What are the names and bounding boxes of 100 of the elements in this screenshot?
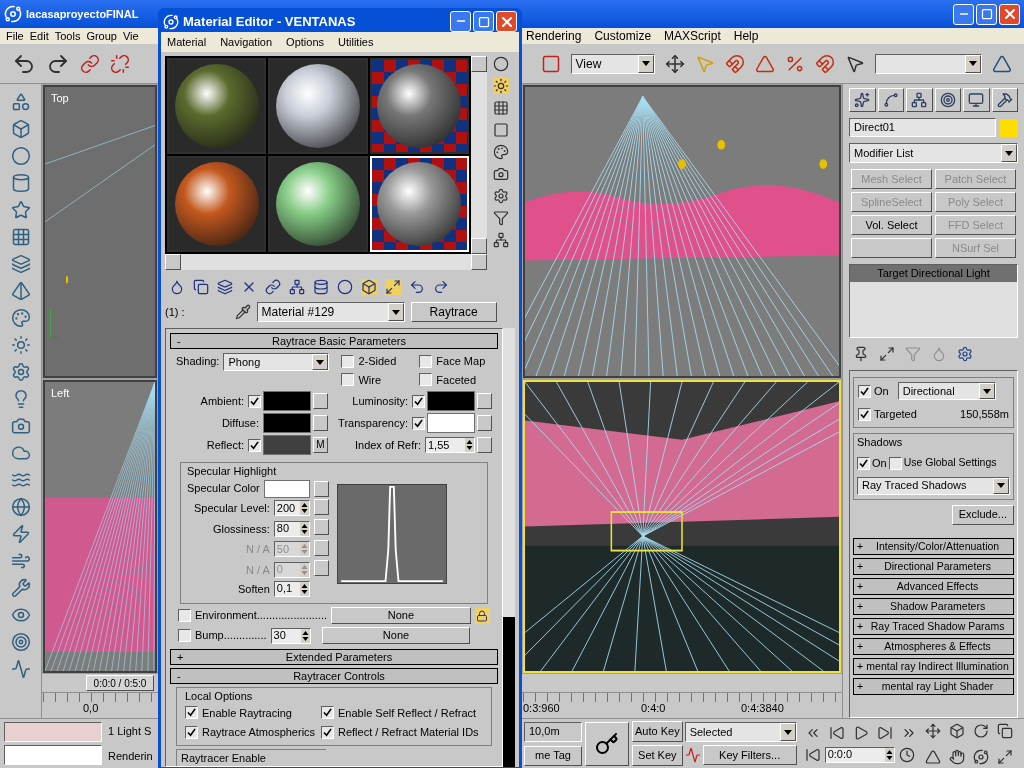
rollout-header[interactable]: + mental ray Light Shader (853, 677, 1014, 695)
panel-tab[interactable] (877, 88, 904, 112)
settings-icon[interactable] (10, 362, 31, 382)
checkbox[interactable] (248, 394, 261, 408)
spinner-arrows-icon[interactable] (299, 501, 309, 516)
spinner-field[interactable]: 0:0:0 (824, 746, 895, 763)
rotate-icon[interactable] (972, 722, 989, 739)
modifier-button[interactable]: Vol. Select (851, 215, 932, 235)
minimize-button[interactable] (953, 3, 974, 25)
square-icon[interactable] (540, 53, 561, 74)
color-swatch[interactable] (263, 413, 311, 433)
close-button[interactable] (496, 11, 517, 32)
material-sample-slot[interactable] (167, 156, 267, 252)
palette-icon[interactable] (10, 308, 31, 328)
back-icon[interactable] (409, 279, 425, 295)
vertical-scrollbar[interactable] (471, 56, 487, 254)
menu-item[interactable]: Material (167, 33, 207, 51)
rollout-header[interactable]: - Raytracer Controls (170, 668, 498, 684)
exclude-button[interactable]: Exclude... (951, 504, 1014, 525)
set-key-button[interactable]: Set Key (632, 745, 683, 766)
lock-button[interactable] (474, 607, 490, 624)
menu-item[interactable]: Rendering (526, 27, 582, 45)
time-slider-thumb[interactable]: 0:0:0 / 0:5:0 (86, 675, 154, 691)
box-icon[interactable] (948, 722, 965, 739)
minimize-button[interactable] (450, 11, 471, 32)
spinner-field[interactable]: 1,55 (425, 437, 475, 453)
checkbox[interactable] (321, 706, 334, 720)
cube-icon[interactable] (361, 279, 377, 295)
shapes-icon[interactable] (10, 92, 31, 112)
menu-item[interactable]: Customize (594, 27, 652, 45)
blank-button[interactable] (851, 238, 932, 258)
dropdown[interactable]: Directional (897, 382, 996, 400)
modifier-list-dropdown[interactable]: Modifier List (849, 143, 1018, 163)
grid-icon[interactable] (10, 227, 31, 247)
dropdown[interactable]: View (570, 53, 655, 74)
spinner-field[interactable]: 0,1 (273, 580, 310, 597)
menu-item[interactable]: MAXScript (664, 27, 721, 45)
rollout-header[interactable]: + Intensity/Color/Attenuation (853, 537, 1014, 555)
rollout-header[interactable]: + Atmospheres & Effects (853, 637, 1014, 655)
viewport[interactable]: Left (43, 380, 157, 673)
spinner-arrows-icon[interactable] (465, 438, 474, 452)
checkbox[interactable] (412, 416, 425, 430)
vertical-scrollbar[interactable] (503, 328, 515, 767)
sun-icon[interactable] (10, 335, 31, 355)
viewport-label[interactable]: Left (51, 385, 70, 402)
palette-icon[interactable] (493, 144, 509, 160)
magnet-icon[interactable] (724, 53, 745, 74)
checkbox[interactable] (858, 407, 871, 421)
pin-icon[interactable] (853, 346, 869, 362)
key-button[interactable] (585, 721, 629, 766)
rollout-header[interactable]: + Extended Parameters (170, 649, 498, 665)
menu-item[interactable]: Options (286, 33, 325, 51)
checkbox[interactable] (412, 394, 425, 408)
camera-icon[interactable] (493, 166, 509, 182)
next-frame-icon[interactable] (876, 724, 893, 741)
tree-icon[interactable] (289, 279, 305, 295)
horizontal-scrollbar[interactable] (165, 254, 487, 270)
menu-item[interactable]: Tools (54, 27, 81, 45)
curve-icon[interactable] (684, 747, 701, 763)
checkbox[interactable] (185, 725, 198, 739)
auto-key-button[interactable]: Auto Key (632, 721, 683, 742)
material-sample-slot[interactable] (268, 156, 368, 252)
settings-icon[interactable] (493, 188, 509, 204)
spinner-arrows-icon[interactable] (299, 521, 309, 536)
map-button[interactable] (313, 519, 329, 535)
rollout-header[interactable]: + mental ray Indirect Illumination (853, 657, 1014, 675)
material-type-button[interactable]: Raytrace (410, 302, 497, 322)
checkbox[interactable] (178, 609, 191, 622)
map-button[interactable] (477, 437, 492, 453)
viewport[interactable]: Top (43, 85, 157, 378)
eye-icon[interactable] (10, 605, 31, 625)
map-button[interactable] (313, 480, 329, 497)
pyramid-icon[interactable] (10, 281, 31, 301)
move-icon[interactable] (924, 722, 941, 739)
checkbox[interactable] (341, 354, 355, 368)
star-icon[interactable] (10, 200, 31, 220)
menu-item[interactable]: Edit (29, 27, 49, 45)
rollout-header[interactable]: - Raytrace Basic Parameters (170, 333, 498, 349)
checkbox[interactable] (888, 456, 902, 470)
map-button[interactable] (477, 415, 492, 431)
menu-item[interactable]: Navigation (220, 33, 273, 51)
magnet-icon[interactable] (814, 53, 835, 74)
move-icon[interactable] (664, 53, 685, 74)
material-sample-slot[interactable] (369, 58, 469, 154)
material-name-dropdown[interactable]: Material #129 (256, 302, 405, 322)
map-button[interactable] (313, 498, 329, 515)
layers-icon[interactable] (217, 279, 233, 295)
sphere-icon[interactable] (10, 146, 31, 166)
spinner-arrows-icon[interactable] (884, 747, 894, 762)
pulse-icon[interactable] (10, 659, 31, 679)
material-sample-slot[interactable] (268, 58, 368, 154)
menu-item[interactable]: File (6, 27, 24, 45)
copy-icon[interactable] (996, 722, 1013, 739)
waves-icon[interactable] (10, 470, 31, 490)
object-color-swatch[interactable] (1000, 118, 1018, 137)
map-button[interactable] (313, 393, 328, 409)
camera-icon[interactable] (10, 416, 31, 436)
key-filters-button[interactable]: Key Filters... (702, 745, 797, 765)
settings-icon[interactable] (957, 346, 973, 362)
checkbox[interactable] (185, 706, 198, 720)
